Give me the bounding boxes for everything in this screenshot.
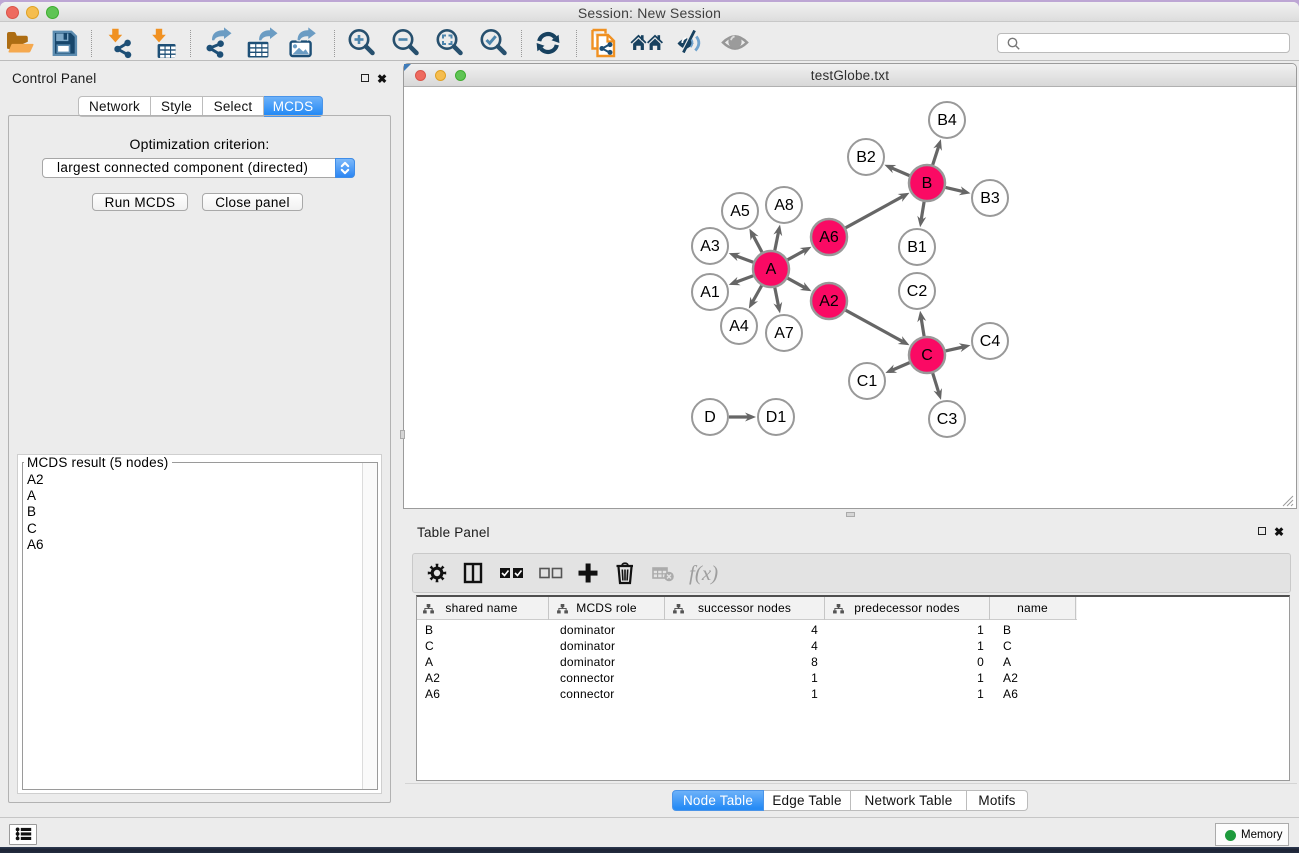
svg-text:C4: C4: [980, 333, 1001, 350]
svg-text:A8: A8: [774, 197, 794, 214]
svg-text:C: C: [921, 347, 933, 364]
svg-text:B1: B1: [907, 239, 927, 256]
svg-text:A5: A5: [730, 203, 750, 220]
svg-text:A6: A6: [819, 229, 839, 246]
svg-text:C1: C1: [857, 373, 878, 390]
svg-text:B3: B3: [980, 190, 1000, 207]
svg-text:A3: A3: [700, 238, 720, 255]
svg-text:D: D: [704, 409, 716, 426]
svg-text:A4: A4: [729, 318, 749, 335]
svg-text:A1: A1: [700, 284, 720, 301]
svg-text:C3: C3: [937, 411, 958, 428]
svg-text:A: A: [766, 261, 777, 278]
svg-text:B4: B4: [937, 112, 957, 129]
svg-text:B2: B2: [856, 149, 876, 166]
svg-text:A2: A2: [819, 293, 839, 310]
svg-text:A7: A7: [774, 325, 794, 342]
svg-text:B: B: [922, 175, 933, 192]
svg-text:C2: C2: [907, 283, 928, 300]
svg-text:D1: D1: [766, 409, 787, 426]
